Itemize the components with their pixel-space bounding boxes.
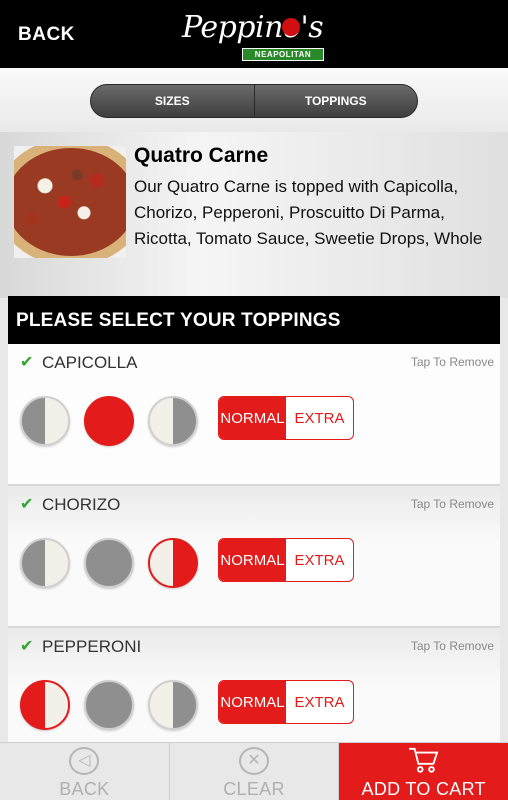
- remove-topping-link[interactable]: Tap To Remove: [411, 497, 494, 511]
- segmented-control: SIZES TOPPINGS: [90, 84, 418, 118]
- topping-row: ✔ CAPICOLLA Tap To Remove NORMAL EXTRA: [8, 344, 500, 486]
- toppings-header: PLEASE SELECT YOUR TOPPINGS: [8, 296, 500, 344]
- extra-button[interactable]: EXTRA: [286, 681, 353, 723]
- right-half-icon[interactable]: [148, 396, 198, 446]
- amount-toggle: NORMAL EXTRA: [218, 538, 354, 582]
- topping-name: PEPPERONI: [42, 637, 142, 656]
- whole-pizza-icon[interactable]: [84, 538, 134, 588]
- bottom-back-button[interactable]: ◁ BACK: [0, 743, 169, 800]
- clear-button[interactable]: ✕ CLEAR: [168, 743, 339, 800]
- toppings-list: ✔ CAPICOLLA Tap To Remove NORMAL EXTRA ✔…: [8, 344, 500, 742]
- bottom-bar: ◁ BACK ✕ CLEAR ADD TO CART: [0, 742, 508, 800]
- clear-label: CLEAR: [223, 779, 285, 799]
- product-title: Quatro Carne: [134, 144, 269, 167]
- tab-toppings[interactable]: TOPPINGS: [253, 85, 418, 117]
- tab-sizes[interactable]: SIZES: [91, 85, 254, 117]
- pizza-image: [14, 146, 126, 258]
- right-half-icon[interactable]: [148, 538, 198, 588]
- cart-icon: [408, 747, 439, 773]
- remove-topping-link[interactable]: Tap To Remove: [411, 639, 494, 653]
- extra-button[interactable]: EXTRA: [286, 397, 353, 439]
- amount-toggle: NORMAL EXTRA: [218, 680, 354, 724]
- add-to-cart-button[interactable]: ADD TO CART: [338, 743, 508, 800]
- add-to-cart-label: ADD TO CART: [361, 779, 486, 799]
- logo-text: Peppino's: [182, 10, 324, 45]
- left-half-icon[interactable]: [20, 538, 70, 588]
- back-arrow-icon: ◁: [69, 747, 100, 775]
- topping-name: CHORIZO: [42, 495, 121, 514]
- check-icon: ✔: [20, 638, 34, 655]
- left-half-icon[interactable]: [20, 680, 70, 730]
- extra-button[interactable]: EXTRA: [286, 539, 353, 581]
- tabs-area: SIZES TOPPINGS: [0, 68, 508, 132]
- amount-toggle: NORMAL EXTRA: [218, 396, 354, 440]
- whole-pizza-icon[interactable]: [84, 680, 134, 730]
- check-icon: ✔: [20, 496, 34, 513]
- topping-row: ✔ CHORIZO Tap To Remove NORMAL EXTRA: [8, 486, 500, 628]
- topping-name: CAPICOLLA: [42, 353, 138, 372]
- normal-button[interactable]: NORMAL: [219, 397, 286, 439]
- whole-pizza-icon[interactable]: [84, 396, 134, 446]
- logo-banner: NEAPOLITAN: [242, 48, 324, 61]
- right-half-icon[interactable]: [148, 680, 198, 730]
- left-half-icon[interactable]: [20, 396, 70, 446]
- top-bar: BACK Peppino's NEAPOLITAN: [0, 0, 508, 68]
- normal-button[interactable]: NORMAL: [219, 681, 286, 723]
- topping-row: ✔ PEPPERONI Tap To Remove NORMAL EXTRA: [8, 628, 500, 742]
- brand-logo: Peppino's NEAPOLITAN: [178, 8, 328, 64]
- check-icon: ✔: [20, 354, 34, 371]
- clear-x-icon: ✕: [239, 747, 269, 775]
- normal-button[interactable]: NORMAL: [219, 539, 286, 581]
- tomato-icon: [282, 18, 300, 36]
- back-link[interactable]: BACK: [18, 24, 75, 46]
- product-description: Our Quatro Carne is topped with Capicoll…: [134, 177, 483, 248]
- bottom-back-label: BACK: [59, 779, 110, 799]
- remove-topping-link[interactable]: Tap To Remove: [411, 355, 494, 369]
